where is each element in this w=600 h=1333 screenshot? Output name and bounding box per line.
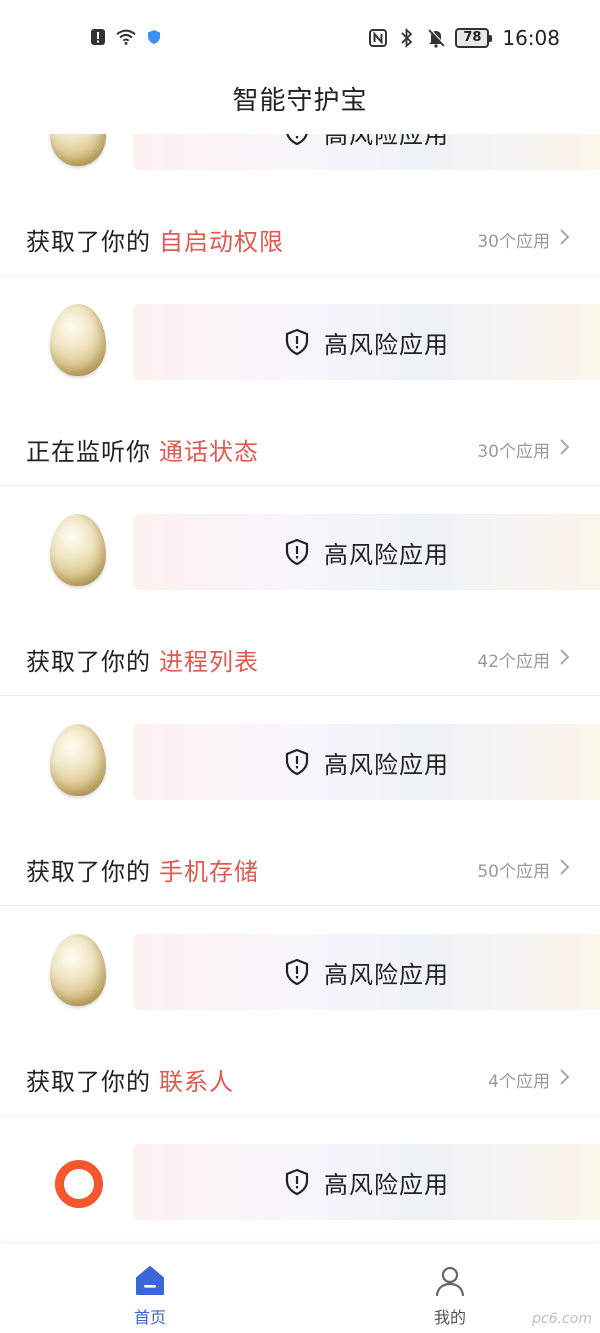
list-item[interactable]: 获取了你的 进程列表 42个应用 — [0, 620, 600, 696]
risk-banner[interactable]: 高风险应用 — [133, 304, 600, 380]
permission-text: 获取了你的 进程列表 — [26, 642, 259, 677]
risk-banner[interactable]: 高风险应用 — [133, 724, 600, 800]
app-count: 30个应用 — [477, 442, 550, 462]
list-item[interactable]: 获取了你的 联系人 4个应用 — [0, 1040, 600, 1116]
home-icon — [134, 1264, 166, 1298]
risk-card[interactable]: 高风险应用 — [0, 934, 600, 1010]
risk-card[interactable]: 高风险应用 — [0, 724, 600, 800]
permission-name: 自启动权限 — [159, 228, 284, 256]
permission-name: 联系人 — [159, 1068, 234, 1096]
shield-alert-icon — [284, 328, 310, 356]
risk-card[interactable]: 高风险应用 — [0, 134, 600, 170]
battery-indicator: 78 — [455, 28, 493, 48]
permission-name: 通话状态 — [159, 438, 259, 466]
chevron-right-icon — [558, 857, 572, 877]
app-count: 4个应用 — [488, 1072, 550, 1092]
status-bar: 78 16:08 — [0, 0, 600, 76]
permission-list[interactable]: 高风险应用 获取了你的 自启动权限 30个应用 高风险应用 正在监听你 通话状态 3… — [0, 134, 600, 1244]
app-count: 42个应用 — [477, 652, 550, 672]
app-egg-icon — [50, 304, 106, 376]
risk-banner[interactable]: 高风险应用 — [133, 1144, 600, 1220]
permission-text: 获取了你的 手机存储 — [26, 852, 259, 887]
app-egg-icon — [50, 514, 106, 586]
bluetooth-icon — [397, 27, 417, 49]
risk-card[interactable]: 高风险应用 — [0, 304, 600, 380]
permission-prefix: 正在监听你 — [26, 438, 151, 466]
bottom-nav: 首页 我的 — [0, 1244, 600, 1333]
permission-text: 获取了你的 联系人 — [26, 1062, 234, 1097]
risk-banner-label: 高风险应用 — [324, 330, 449, 359]
app-egg-icon — [50, 134, 106, 166]
risk-banner-label: 高风险应用 — [324, 1170, 449, 1199]
app-count: 30个应用 — [477, 232, 550, 252]
list-item[interactable]: 获取了你的 自启动权限 30个应用 — [0, 200, 600, 276]
shield-alert-icon — [284, 748, 310, 776]
page-title: 智能守护宝 — [232, 86, 368, 116]
permission-name: 进程列表 — [159, 648, 259, 676]
wifi-icon — [116, 26, 136, 48]
risk-banner[interactable]: 高风险应用 — [133, 934, 600, 1010]
list-item[interactable]: 获取了你的 手机存储 50个应用 — [0, 830, 600, 906]
risk-card[interactable]: 高风险应用 — [0, 1144, 600, 1220]
permission-text: 正在监听你 通话状态 — [26, 432, 259, 467]
risk-banner-label: 高风险应用 — [324, 960, 449, 989]
shield-status-icon — [144, 26, 164, 48]
app-egg-icon — [50, 724, 106, 796]
nav-home[interactable]: 首页 — [100, 1264, 200, 1328]
risk-banner-label: 高风险应用 — [324, 750, 449, 779]
permission-prefix: 获取了你的 — [26, 858, 151, 886]
chevron-right-icon — [558, 437, 572, 457]
shield-alert-icon — [284, 958, 310, 986]
risk-card[interactable]: 高风险应用 — [0, 514, 600, 590]
app-count: 50个应用 — [477, 862, 550, 882]
nav-home-label: 首页 — [133, 1308, 166, 1327]
chevron-right-icon — [558, 1067, 572, 1087]
app-header: 智能守护宝 — [0, 76, 600, 134]
permission-prefix: 获取了你的 — [26, 228, 151, 256]
permission-text: 获取了你的 自启动权限 — [26, 222, 284, 257]
mute-bell-icon — [426, 27, 446, 49]
nav-mine[interactable]: 我的 — [400, 1264, 500, 1328]
watermark: pc6.com — [532, 1311, 592, 1327]
app-screen: 78 16:08 智能守护宝 高风险应用 获取了你的 自启动权限 30个应用 高… — [0, 0, 600, 1333]
app-ring-icon — [55, 1160, 103, 1208]
risk-banner-label: 高风险应用 — [324, 134, 449, 149]
nfc-icon — [368, 27, 388, 49]
clock: 16:08 — [502, 26, 560, 50]
list-item[interactable]: 正在监听你 通话状态 30个应用 — [0, 410, 600, 486]
risk-banner[interactable]: 高风险应用 — [133, 134, 600, 170]
nav-mine-label: 我的 — [433, 1308, 466, 1327]
risk-banner[interactable]: 高风险应用 — [133, 514, 600, 590]
permission-prefix: 获取了你的 — [26, 648, 151, 676]
risk-banner-label: 高风险应用 — [324, 540, 449, 569]
shield-alert-icon — [284, 538, 310, 566]
shield-alert-icon — [284, 134, 310, 146]
app-egg-icon — [50, 934, 106, 1006]
shield-alert-icon — [284, 1168, 310, 1196]
permission-name: 手机存储 — [159, 858, 259, 886]
alert-icon — [88, 26, 108, 48]
permission-prefix: 获取了你的 — [26, 1068, 151, 1096]
user-icon — [434, 1264, 466, 1298]
chevron-right-icon — [558, 227, 572, 247]
chevron-right-icon — [558, 647, 572, 667]
